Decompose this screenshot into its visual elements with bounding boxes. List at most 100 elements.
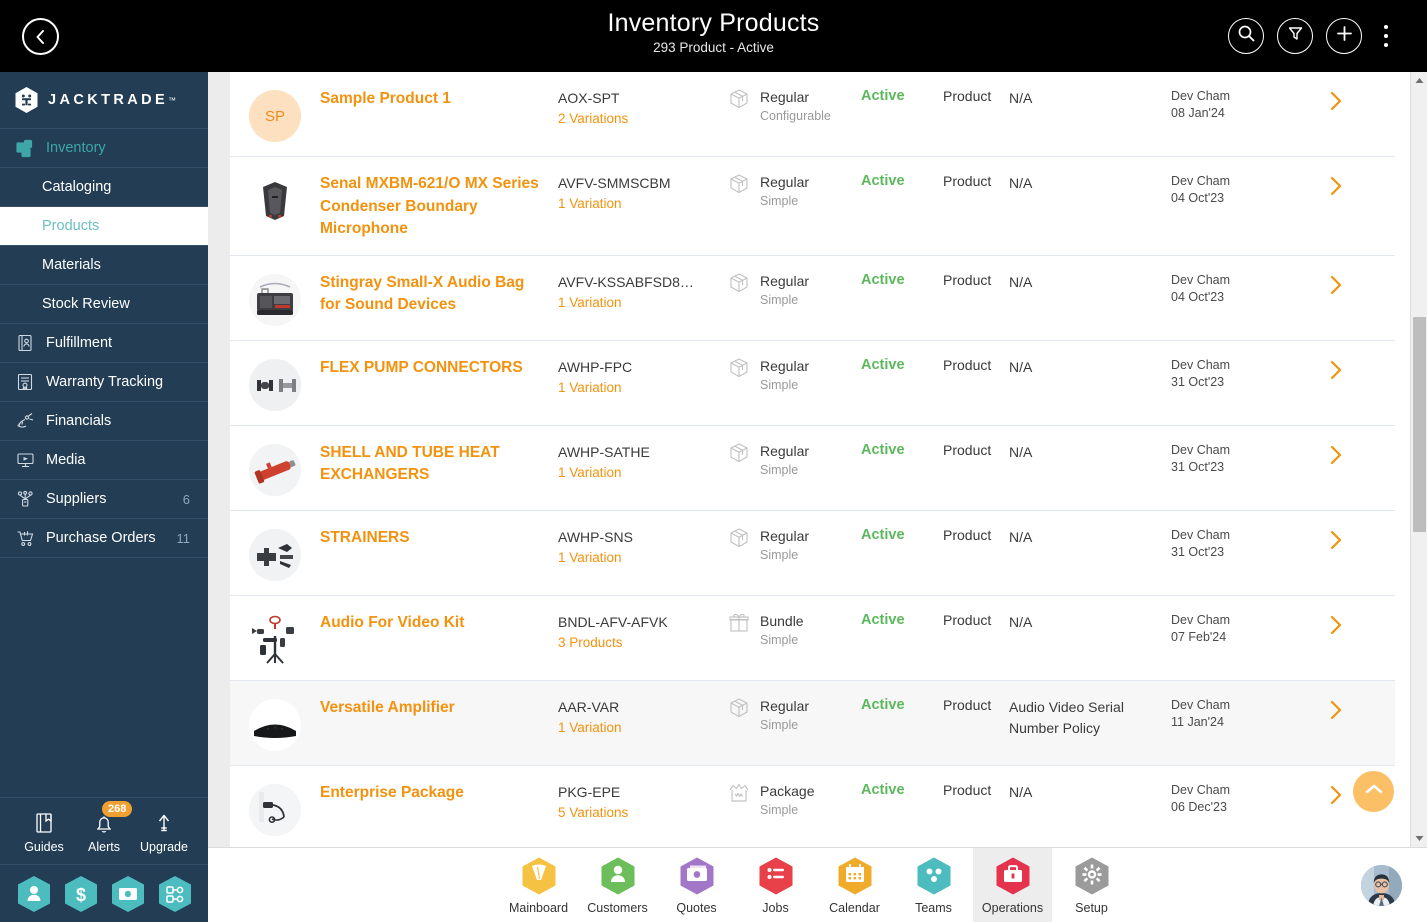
row-open-button[interactable] — [1301, 272, 1371, 301]
scrollbar-thumb[interactable] — [1413, 317, 1426, 532]
product-policy: N/A — [1009, 273, 1033, 290]
scroll-to-top-button[interactable] — [1353, 771, 1394, 812]
bottom-nav-item-operations[interactable]: Operations — [973, 847, 1052, 922]
product-thumbnail-cell — [230, 527, 320, 581]
row-open-button[interactable] — [1301, 442, 1371, 471]
product-name-cell: FLEX PUMP CONNECTORS — [320, 357, 558, 380]
user-hex-icon[interactable] — [17, 875, 51, 913]
box-icon — [726, 86, 752, 112]
scrollbar-down-arrow[interactable] — [1411, 830, 1427, 847]
bottom-nav-item-teams[interactable]: Teams — [894, 848, 973, 922]
product-name-link[interactable]: STRAINERS — [320, 527, 546, 550]
row-open-button[interactable] — [1301, 357, 1371, 386]
bottom-nav-item-calendar[interactable]: Calendar — [815, 848, 894, 922]
product-name-cell: Stingray Small-X Audio Bag for Sound Dev… — [320, 272, 558, 317]
brand-logo[interactable]: JACKTRADE ™ — [0, 72, 208, 128]
table-row[interactable]: Stingray Small-X Audio Bag for Sound Dev… — [230, 255, 1395, 341]
modified-date: 04 Oct'23 — [1171, 289, 1225, 304]
table-row[interactable]: STRAINERS AWHP-SNS 1 Variation Regular S… — [230, 510, 1395, 596]
user-avatar[interactable] — [1361, 865, 1402, 906]
table-row[interactable]: Audio For Video Kit BNDL-AFV-AFVK 3 Prod… — [230, 595, 1395, 681]
product-variations-link[interactable]: 1 Variation — [558, 196, 726, 211]
bottom-nav-item-quotes[interactable]: Quotes — [657, 848, 736, 922]
sidebar-item-materials[interactable]: Materials — [0, 245, 208, 284]
bottom-nav-item-jobs[interactable]: Jobs — [736, 848, 815, 922]
product-variations-link[interactable]: 1 Variation — [558, 550, 726, 565]
page-title: Inventory Products — [607, 9, 820, 37]
row-open-button[interactable] — [1301, 612, 1371, 641]
sidebar-item-cataloging[interactable]: Cataloging — [0, 167, 208, 206]
product-name-link[interactable]: SHELL AND TUBE HEAT EXCHANGERS — [320, 442, 546, 487]
more-options-button[interactable] — [1375, 18, 1397, 54]
product-variations-link[interactable]: 1 Variation — [558, 720, 726, 735]
product-type: Regular — [760, 697, 810, 714]
quick-action-label: Alerts — [88, 840, 120, 854]
quotes-icon — [679, 856, 715, 896]
table-row[interactable]: FLEX PUMP CONNECTORS AWHP-FPC 1 Variatio… — [230, 340, 1395, 426]
bottom-nav-label: Teams — [915, 900, 952, 915]
product-variations-link[interactable]: 2 Variations — [558, 111, 726, 126]
table-row[interactable]: SHELL AND TUBE HEAT EXCHANGERS AWHP-SATH… — [230, 425, 1395, 511]
product-variations-link[interactable]: 5 Variations — [558, 805, 726, 820]
quick-action-alerts[interactable]: 268 Alerts — [75, 801, 133, 854]
sidebar-item-stock-review[interactable]: Stock Review — [0, 284, 208, 323]
product-name-link[interactable]: Versatile Amplifier — [320, 697, 546, 720]
product-name-link[interactable]: Stingray Small-X Audio Bag for Sound Dev… — [320, 272, 546, 317]
sidebar-label: Inventory — [46, 140, 106, 156]
bottom-nav-item-customers[interactable]: Customers — [578, 848, 657, 922]
filter-button[interactable] — [1277, 18, 1313, 54]
product-variations-link[interactable]: 1 Variation — [558, 295, 726, 310]
sidebar-badge: 6 — [182, 491, 190, 507]
product-sku: AAR-VAR — [558, 698, 620, 715]
bottom-nav-label: Operations — [981, 900, 1044, 915]
row-open-button[interactable] — [1301, 88, 1371, 117]
chevron-right-icon — [1329, 614, 1343, 641]
status-badge: Active — [861, 441, 905, 458]
table-row[interactable]: SP Sample Product 1 AOX-SPT 2 Variations… — [230, 72, 1395, 157]
table-row[interactable]: Senal MXBM-621/O MX Series Condenser Bou… — [230, 157, 1395, 256]
add-button[interactable] — [1326, 18, 1362, 54]
sidebar-item-financials[interactable]: Financials — [0, 401, 208, 440]
sidebar-item-media[interactable]: Media — [0, 440, 208, 479]
dollar-hex-icon[interactable]: $ — [64, 875, 98, 913]
product-variations-link[interactable]: 1 Variation — [558, 465, 726, 480]
sidebar-item-inventory[interactable]: Inventory — [0, 128, 208, 167]
product-subtype: Simple — [760, 462, 799, 477]
product-name-link[interactable]: Senal MXBM-621/O MX Series Condenser Bou… — [320, 173, 546, 241]
row-open-button[interactable] — [1301, 527, 1371, 556]
bottom-nav-item-setup[interactable]: Setup — [1052, 848, 1131, 922]
product-name-link[interactable]: Sample Product 1 — [320, 88, 546, 111]
row-open-button[interactable] — [1301, 697, 1371, 726]
box-icon — [726, 171, 752, 197]
sidebar-item-warranty-tracking[interactable]: Warranty Tracking — [0, 362, 208, 401]
workflow-hex-icon[interactable] — [158, 875, 192, 913]
vertical-scrollbar[interactable] — [1410, 72, 1427, 847]
table-row[interactable]: Enterprise Package PKG-EPE 5 Variations … — [230, 765, 1395, 847]
product-sku-cell: AAR-VAR 1 Variation — [558, 697, 726, 735]
search-button[interactable] — [1228, 18, 1264, 54]
product-sku: AVFV-SMMSCBM — [558, 175, 671, 191]
bottom-navigation: Mainboard Customers Quotes Jobs Calendar… — [208, 847, 1427, 922]
sidebar-item-products[interactable]: Products — [0, 206, 208, 245]
scrollbar-up-arrow[interactable] — [1411, 72, 1427, 89]
product-policy: Audio Video Serial Number Policy — [1009, 698, 1124, 736]
pump-connector-thumbnail — [249, 358, 301, 411]
modified-date: 31 Oct'23 — [1171, 459, 1225, 474]
quick-action-upgrade[interactable]: Upgrade — [135, 810, 193, 854]
product-name-link[interactable]: FLEX PUMP CONNECTORS — [320, 357, 546, 380]
product-type: Bundle — [760, 612, 804, 629]
sidebar-item-purchase-orders[interactable]: Purchase Orders 11 — [0, 518, 208, 557]
bottom-nav-item-mainboard[interactable]: Mainboard — [499, 848, 578, 922]
product-name-link[interactable]: Audio For Video Kit — [320, 612, 546, 635]
sidebar-item-fulfillment[interactable]: Fulfillment — [0, 323, 208, 362]
table-row[interactable]: Versatile Amplifier AAR-VAR 1 Variation … — [230, 680, 1395, 766]
product-type-cell: Regular Simple — [726, 697, 861, 732]
payment-hex-icon[interactable] — [111, 875, 145, 913]
product-variations-link[interactable]: 1 Variation — [558, 380, 726, 395]
product-name-link[interactable]: Enterprise Package — [320, 782, 546, 805]
sidebar-item-suppliers[interactable]: Suppliers 6 — [0, 479, 208, 518]
quick-action-guides[interactable]: Guides — [15, 810, 73, 854]
sidebar-label: Financials — [46, 413, 112, 429]
row-open-button[interactable] — [1301, 173, 1371, 202]
product-variations-link[interactable]: 3 Products — [558, 635, 726, 650]
